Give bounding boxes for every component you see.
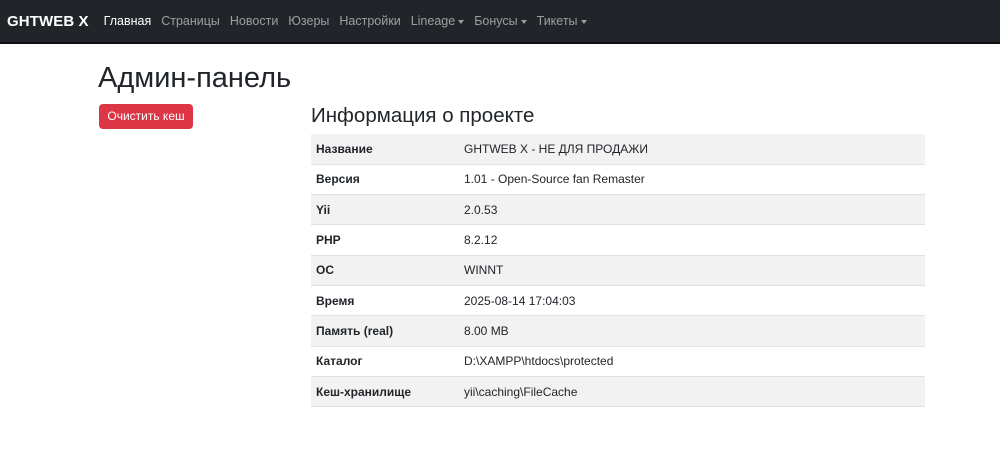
page-title: Админ-панель bbox=[98, 62, 292, 94]
project-info-table: Название GHTWEB X - НЕ ДЛЯ ПРОДАЖИ Верси… bbox=[311, 134, 925, 408]
nav-item-label: Главная bbox=[103, 14, 152, 28]
nav-menu: Главная Страницы Новости Юзеры Настройки… bbox=[104, 14, 597, 28]
nav-item-label: Страницы bbox=[161, 14, 220, 28]
table-row: Каталог D:\XAMPP\htdocs\protected bbox=[311, 346, 925, 377]
row-key: Память (real) bbox=[311, 315, 458, 347]
table-row: Память (real) 8.00 MB bbox=[311, 315, 925, 347]
clear-cache-button[interactable]: Очистить кеш bbox=[99, 104, 193, 129]
row-key: Время bbox=[311, 285, 458, 317]
table-row: ОС WINNT bbox=[311, 255, 925, 286]
nav-item-label: Lineage bbox=[410, 14, 456, 28]
table-row: PHP 8.2.12 bbox=[311, 224, 925, 256]
table-row: Yii 2.0.53 bbox=[311, 194, 925, 226]
nav-item-users[interactable]: Юзеры bbox=[288, 14, 329, 28]
nav-item-pages[interactable]: Страницы bbox=[161, 14, 220, 28]
row-value: 2.0.53 bbox=[458, 194, 925, 226]
row-key: Каталог bbox=[311, 346, 458, 377]
nav-item-label: Настройки bbox=[339, 14, 401, 28]
nav-item-tickets-dropdown[interactable]: Тикеты bbox=[537, 14, 587, 28]
row-key: Название bbox=[311, 134, 458, 165]
row-value: 1.01 - Open-Source fan Remaster bbox=[458, 164, 925, 196]
row-value: 8.2.12 bbox=[458, 224, 925, 256]
row-value: 2025-08-14 17:04:03 bbox=[458, 285, 925, 317]
row-key: Yii bbox=[311, 194, 458, 226]
table-row: Версия 1.01 - Open-Source fan Remaster bbox=[311, 164, 925, 196]
top-navbar: GHTWEB X Главная Страницы Новости Юзеры … bbox=[0, 0, 1000, 44]
nav-item-label: Тикеты bbox=[536, 14, 578, 28]
row-key: ОС bbox=[311, 255, 458, 286]
row-key: PHP bbox=[311, 224, 458, 256]
nav-item-label: Бонусы bbox=[474, 14, 518, 28]
project-info-title: Информация о проекте bbox=[311, 104, 535, 127]
caret-down-icon bbox=[520, 19, 527, 24]
caret-down-icon bbox=[580, 19, 587, 24]
nav-item-home[interactable]: Главная bbox=[104, 14, 152, 28]
row-value: yii\caching\FileCache bbox=[458, 376, 925, 408]
nav-item-bonuses-dropdown[interactable]: Бонусы bbox=[474, 14, 527, 28]
nav-item-lineage-dropdown[interactable]: Lineage bbox=[411, 14, 465, 28]
nav-item-label: Юзеры bbox=[288, 14, 330, 28]
row-value: D:\XAMPP\htdocs\protected bbox=[458, 346, 925, 377]
nav-item-settings[interactable]: Настройки bbox=[339, 14, 400, 28]
row-key: Кеш-хранилище bbox=[311, 376, 458, 408]
row-value: WINNT bbox=[458, 255, 925, 286]
row-value: GHTWEB X - НЕ ДЛЯ ПРОДАЖИ bbox=[458, 134, 925, 165]
caret-down-icon bbox=[458, 19, 465, 24]
table-row: Время 2025-08-14 17:04:03 bbox=[311, 285, 925, 317]
row-value: 8.00 MB bbox=[458, 315, 925, 347]
brand-logo[interactable]: GHTWEB X bbox=[7, 13, 89, 30]
table-row: Название GHTWEB X - НЕ ДЛЯ ПРОДАЖИ bbox=[311, 134, 925, 165]
nav-item-news[interactable]: Новости bbox=[230, 14, 278, 28]
nav-item-label: Новости bbox=[229, 14, 279, 28]
table-row: Кеш-хранилище yii\caching\FileCache bbox=[311, 376, 925, 408]
row-key: Версия bbox=[311, 164, 458, 196]
